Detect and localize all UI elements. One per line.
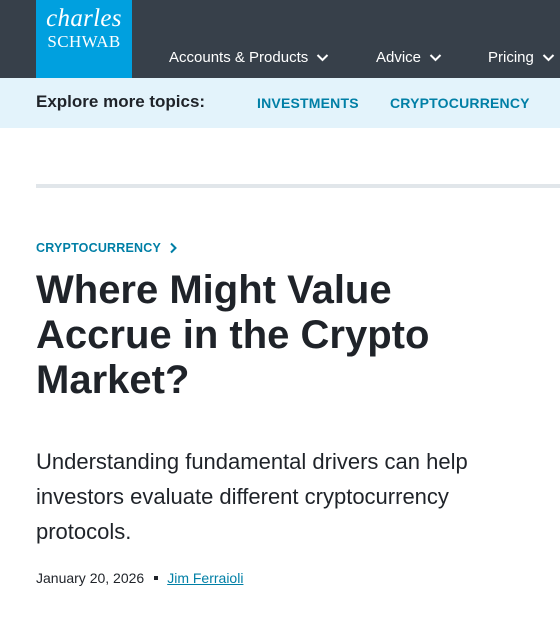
nav-advice[interactable]: Advice	[376, 44, 442, 70]
nav-label: Accounts & Products	[169, 48, 309, 66]
topic-link-investments[interactable]: INVESTMENTS	[257, 95, 359, 111]
topic-link-cryptocurrency[interactable]: CRYPTOCURRENCY	[390, 95, 530, 111]
category-label: CRYPTOCURRENCY	[36, 241, 162, 255]
separator-dot	[154, 576, 159, 580]
category-breadcrumb[interactable]: CRYPTOCURRENCY	[36, 240, 177, 256]
nav-label: Pricing	[488, 48, 534, 66]
chevron-down-icon	[429, 53, 442, 61]
article-title: Where Might Value Accrue in the Crypto M…	[36, 268, 430, 402]
author-link[interactable]: Jim Ferraioli	[167, 570, 243, 586]
article-subtitle: Understanding fundamental drivers can he…	[36, 449, 468, 544]
explore-topics-label: Explore more topics:	[36, 92, 206, 111]
logo-text-charles: charles	[46, 5, 122, 32]
logo-text-schwab: SCHWAB	[47, 32, 121, 51]
charles-schwab-logo[interactable]: charles SCHWAB	[36, 0, 132, 78]
article-meta: January 20, 2026 Jim Ferraioli	[36, 570, 243, 586]
nav-accounts-products[interactable]: Accounts & Products	[169, 44, 329, 70]
section-divider	[36, 184, 560, 188]
chevron-down-icon	[542, 53, 555, 61]
chevron-right-icon	[170, 242, 177, 254]
chevron-down-icon	[317, 53, 329, 61]
top-navigation: charles SCHWAB Accounts & Products Advic…	[0, 0, 560, 78]
publish-date: January 20, 2026	[36, 570, 145, 586]
nav-label: Advice	[376, 48, 422, 66]
nav-pricing[interactable]: Pricing	[488, 44, 555, 70]
